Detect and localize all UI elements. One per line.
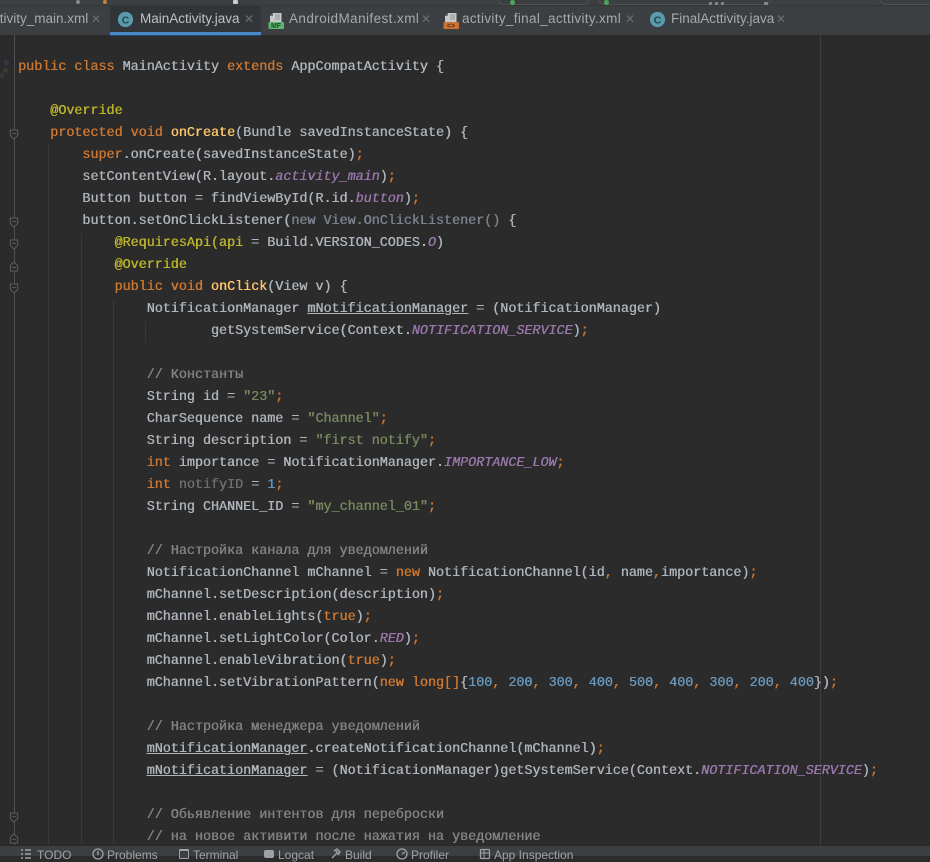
svg-text:C: C xyxy=(122,14,130,26)
svg-text:MF: MF xyxy=(271,23,282,29)
svg-text:<>: <> xyxy=(447,23,455,29)
svg-text:C: C xyxy=(654,14,662,26)
